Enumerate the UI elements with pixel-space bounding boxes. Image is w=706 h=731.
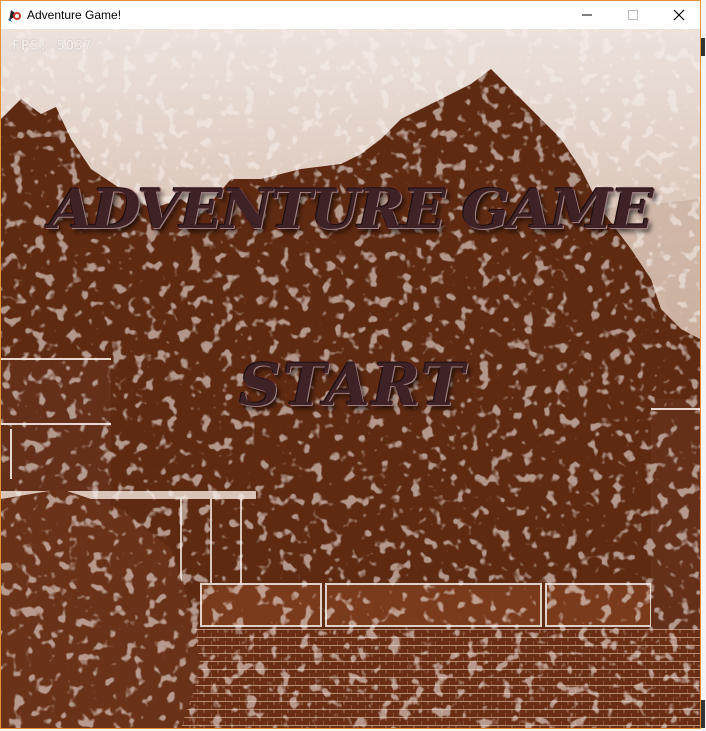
- java-duke-icon: [8, 10, 21, 22]
- window-title: Adventure Game!: [27, 8, 122, 22]
- fps-counter: FPS: 5037: [12, 38, 93, 54]
- edge-mark: [701, 38, 705, 56]
- close-button[interactable]: [656, 1, 700, 29]
- minimize-icon: [582, 14, 592, 16]
- close-icon: [673, 9, 685, 21]
- edge-mark: [701, 700, 705, 728]
- title-bar[interactable]: Adventure Game!: [1, 1, 700, 29]
- minimize-button[interactable]: [564, 1, 610, 29]
- maximize-button[interactable]: [610, 1, 656, 29]
- background-window-edge: [701, 0, 706, 731]
- game-window: Adventure Game! FPS: 5037 ADVENTURE GAME…: [0, 0, 701, 729]
- game-title: ADVENTURE GAME: [49, 177, 654, 241]
- maximize-icon: [628, 10, 638, 20]
- game-canvas[interactable]: FPS: 5037 ADVENTURE GAME START: [1, 29, 700, 728]
- start-button[interactable]: START: [239, 347, 464, 423]
